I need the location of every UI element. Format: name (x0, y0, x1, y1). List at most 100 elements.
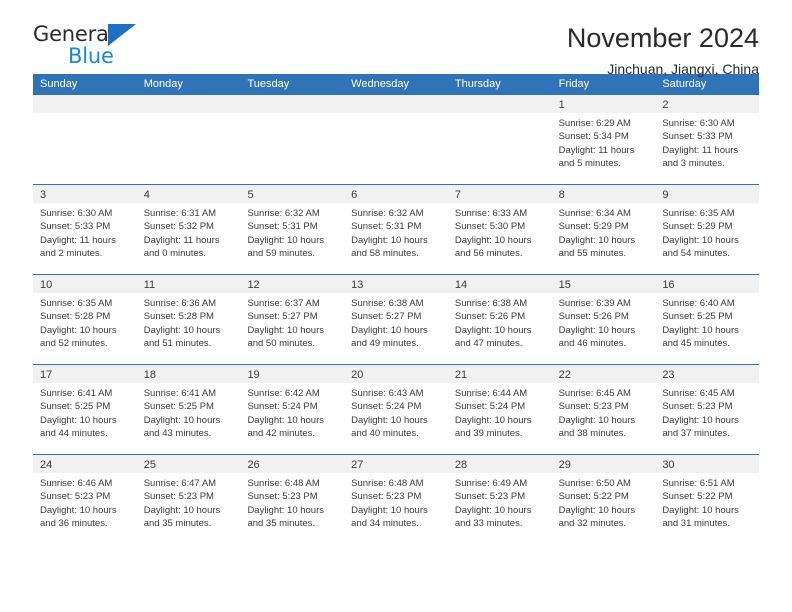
day-number-band: 25 (136, 455, 241, 473)
day-number-band: 27 (344, 455, 448, 473)
day-detail-line: Daylight: 10 hours (558, 324, 636, 336)
day-detail-line: Daylight: 10 hours (454, 324, 532, 336)
day-detail-line: Daylight: 10 hours (143, 324, 221, 336)
day-number-band: 4 (136, 185, 241, 203)
calendar-weeks: 1 Sunrise: 6:29 AM Sunset: 5:34 PM Daylight… (33, 95, 760, 544)
calendar-week-row: 24 Sunrise: 6:46 AM Sunset: 5:23 PM Dayligh… (33, 454, 760, 544)
day-detail-line: Sunset: 5:28 PM (143, 311, 214, 323)
day-detail-line: and 39 minutes. (454, 427, 523, 439)
day-detail-line: Daylight: 10 hours (662, 324, 739, 336)
day-details: Sunrise: 6:44 AM Sunset: 5:24 PM Daylight:… (448, 383, 552, 440)
calendar-day-cell[interactable]: 16 Sunrise: 6:40 AM Sunset: 5:25 PM Dayligh… (655, 275, 760, 364)
day-number: 17 (40, 369, 53, 381)
calendar-day-cell[interactable]: 22 Sunrise: 6:45 AM Sunset: 5:23 PM Dayligh… (551, 365, 656, 454)
calendar-day-cell[interactable]: 12 Sunrise: 6:37 AM Sunset: 5:27 PM Dayligh… (240, 275, 345, 364)
day-number: 21 (454, 369, 468, 381)
day-detail-line: Daylight: 10 hours (662, 414, 739, 426)
day-detail-line: Daylight: 10 hours (40, 504, 117, 516)
day-detail-line: Daylight: 10 hours (558, 414, 636, 426)
calendar-day-cell[interactable]: 4 Sunrise: 6:31 AM Sunset: 5:32 PM Daylight… (136, 185, 241, 274)
calendar-day-cell-empty (33, 95, 137, 184)
calendar-day-cell-empty (136, 95, 241, 184)
day-detail-line: Sunrise: 6:35 AM (662, 208, 735, 219)
calendar-day-cell[interactable]: 5 Sunrise: 6:32 AM Sunset: 5:31 PM Daylight… (240, 185, 345, 274)
day-detail-line: Daylight: 10 hours (143, 414, 221, 426)
triangle-icon (108, 24, 136, 46)
day-number-band: 19 (240, 365, 345, 383)
calendar-day-cell[interactable]: 1 Sunrise: 6:29 AM Sunset: 5:34 PM Daylight… (551, 95, 656, 184)
day-number: 26 (247, 459, 260, 471)
day-details: Sunrise: 6:45 AM Sunset: 5:23 PM Daylight:… (655, 383, 759, 440)
weekday-header-row: Sunday Monday Tuesday Wednesday Thursday Frid… (33, 74, 759, 95)
day-detail-line: and 2 minutes. (40, 247, 103, 259)
calendar-day-cell[interactable]: 14 Sunrise: 6:38 AM Sunset: 5:26 PM Dayligh… (447, 275, 552, 364)
calendar-day-cell[interactable]: 15 Sunrise: 6:39 AM Sunset: 5:26 PM Dayligh… (551, 275, 656, 364)
calendar-page: General Blue November 2024 Jinchuan, Jia… (0, 0, 792, 612)
day-detail-line: Sunrise: 6:32 AM (247, 208, 320, 219)
day-number-band (447, 95, 552, 113)
day-number-band: 13 (344, 275, 448, 293)
day-detail-line: and 5 minutes. (558, 157, 621, 169)
day-detail-line: Daylight: 10 hours (247, 324, 325, 336)
day-details: Sunrise: 6:43 AM Sunset: 5:24 PM Daylight:… (344, 383, 448, 440)
calendar-day-cell[interactable]: 18 Sunrise: 6:41 AM Sunset: 5:25 PM Dayligh… (136, 365, 241, 454)
day-detail-line: Sunset: 5:22 PM (662, 491, 733, 503)
day-detail-line: Sunset: 5:31 PM (351, 221, 422, 233)
calendar-day-cell[interactable]: 25 Sunrise: 6:47 AM Sunset: 5:23 PM Dayligh… (136, 455, 241, 544)
day-detail-line: Sunset: 5:28 PM (40, 311, 111, 323)
day-detail-line: Sunrise: 6:33 AM (454, 208, 528, 219)
day-details: Sunrise: 6:35 AM Sunset: 5:28 PM Daylight:… (33, 293, 137, 350)
calendar-day-cell[interactable]: 7 Sunrise: 6:33 AM Sunset: 5:30 PM Daylight… (447, 185, 552, 274)
calendar-week-row: 3 Sunrise: 6:30 AM Sunset: 5:33 PM Daylight… (33, 184, 760, 274)
calendar-day-cell[interactable]: 21 Sunrise: 6:44 AM Sunset: 5:24 PM Dayligh… (447, 365, 552, 454)
day-details: Sunrise: 6:38 AM Sunset: 5:27 PM Daylight:… (344, 293, 448, 350)
day-detail-line: Sunrise: 6:38 AM (351, 298, 424, 309)
day-detail-line: and 31 minutes. (662, 517, 730, 529)
title-block: November 2024 Jinchuan, Jiangxi, China (567, 22, 759, 76)
day-detail-line: Sunrise: 6:51 AM (662, 478, 735, 489)
general-blue-logo[interactable]: General Blue (33, 22, 153, 70)
day-detail-line: Sunrise: 6:35 AM (40, 298, 113, 309)
day-detail-line: Daylight: 10 hours (454, 504, 532, 516)
calendar-day-cell[interactable]: 26 Sunrise: 6:48 AM Sunset: 5:23 PM Dayligh… (240, 455, 345, 544)
calendar-day-cell[interactable]: 13 Sunrise: 6:38 AM Sunset: 5:27 PM Dayligh… (344, 275, 448, 364)
calendar-day-cell[interactable]: 3 Sunrise: 6:30 AM Sunset: 5:33 PM Daylight… (33, 185, 137, 274)
calendar-day-cell[interactable]: 24 Sunrise: 6:46 AM Sunset: 5:23 PM Dayligh… (33, 455, 137, 544)
calendar-day-cell[interactable]: 2 Sunrise: 6:30 AM Sunset: 5:33 PM Daylight… (655, 95, 760, 184)
calendar-day-cell[interactable]: 6 Sunrise: 6:32 AM Sunset: 5:31 PM Daylight… (344, 185, 448, 274)
day-number: 12 (247, 279, 260, 291)
day-number-band (33, 95, 137, 113)
calendar-day-cell[interactable]: 29 Sunrise: 6:50 AM Sunset: 5:22 PM Dayligh… (551, 455, 656, 544)
calendar-day-cell[interactable]: 28 Sunrise: 6:49 AM Sunset: 5:23 PM Dayligh… (447, 455, 552, 544)
day-number: 6 (351, 189, 358, 201)
day-number-band: 17 (33, 365, 137, 383)
weekday-header-friday: Friday (558, 78, 590, 90)
day-detail-line: Daylight: 11 hours (662, 144, 739, 156)
calendar-day-cell[interactable]: 10 Sunrise: 6:35 AM Sunset: 5:28 PM Dayligh… (33, 275, 137, 364)
day-detail-line: and 50 minutes. (247, 337, 316, 349)
day-detail-line: Sunset: 5:29 PM (558, 221, 629, 233)
day-details: Sunrise: 6:42 AM Sunset: 5:24 PM Daylight:… (240, 383, 344, 440)
calendar-day-cell[interactable]: 19 Sunrise: 6:42 AM Sunset: 5:24 PM Dayligh… (240, 365, 345, 454)
day-details (344, 113, 448, 117)
day-number-band: 7 (447, 185, 552, 203)
calendar-day-cell[interactable]: 11 Sunrise: 6:36 AM Sunset: 5:28 PM Dayligh… (136, 275, 241, 364)
calendar-day-cell[interactable]: 9 Sunrise: 6:35 AM Sunset: 5:29 PM Daylight… (655, 185, 760, 274)
calendar-day-cell[interactable]: 20 Sunrise: 6:43 AM Sunset: 5:24 PM Dayligh… (344, 365, 448, 454)
day-details: Sunrise: 6:41 AM Sunset: 5:25 PM Daylight:… (33, 383, 137, 440)
day-details: Sunrise: 6:36 AM Sunset: 5:28 PM Daylight:… (137, 293, 241, 350)
day-details: Sunrise: 6:37 AM Sunset: 5:27 PM Daylight:… (240, 293, 344, 350)
calendar-day-cell[interactable]: 17 Sunrise: 6:41 AM Sunset: 5:25 PM Dayligh… (33, 365, 137, 454)
day-detail-line: Daylight: 10 hours (247, 504, 325, 516)
day-detail-line: Sunrise: 6:43 AM (351, 388, 424, 399)
day-number-band: 5 (240, 185, 345, 203)
calendar-day-cell[interactable]: 23 Sunrise: 6:45 AM Sunset: 5:23 PM Dayligh… (655, 365, 760, 454)
day-detail-line: Sunset: 5:23 PM (454, 491, 526, 503)
day-detail-line: Sunrise: 6:29 AM (558, 118, 631, 129)
day-detail-line: Sunrise: 6:45 AM (558, 388, 631, 399)
day-number-band: 20 (344, 365, 448, 383)
day-number: 1 (558, 99, 565, 111)
calendar-day-cell[interactable]: 8 Sunrise: 6:34 AM Sunset: 5:29 PM Daylight… (551, 185, 656, 274)
calendar-day-cell[interactable]: 30 Sunrise: 6:51 AM Sunset: 5:22 PM Dayligh… (655, 455, 760, 544)
calendar-day-cell[interactable]: 27 Sunrise: 6:48 AM Sunset: 5:23 PM Dayligh… (344, 455, 448, 544)
